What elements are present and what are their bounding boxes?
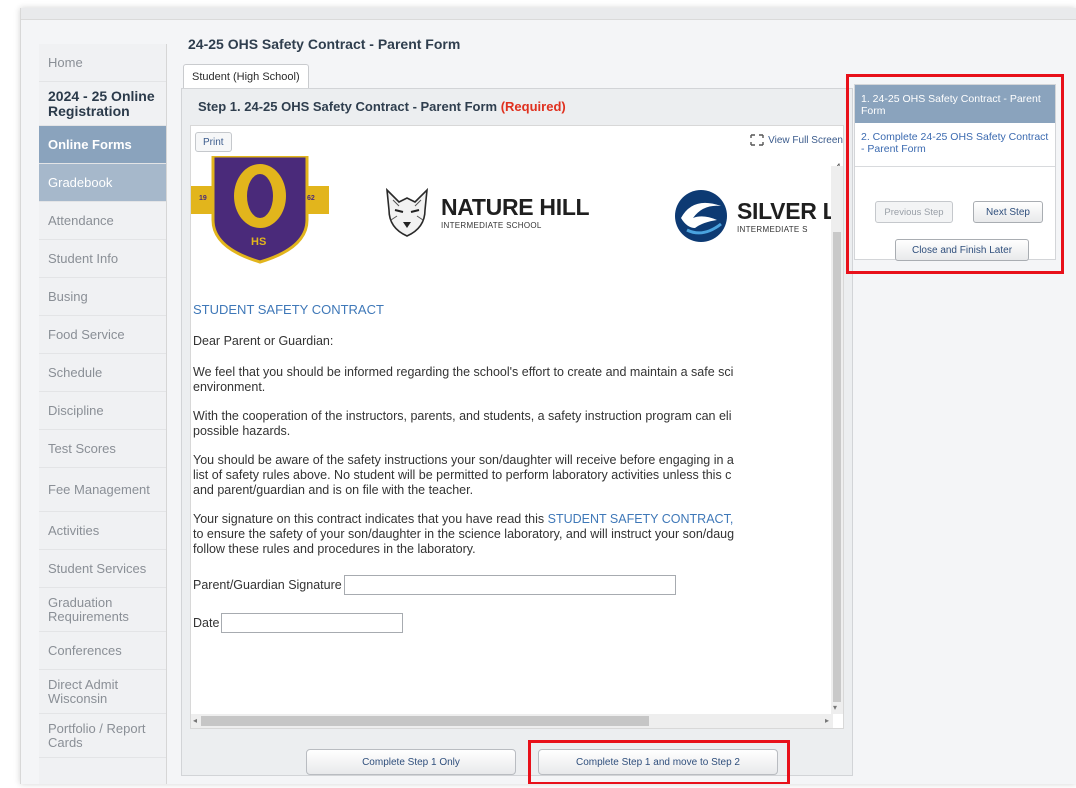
scroll-left-icon[interactable]: ◂ — [193, 716, 197, 725]
sidebar-item-student-info[interactable]: Student Info — [39, 240, 166, 278]
paragraph-1: We feel that you should be informed rega… — [193, 365, 843, 395]
sidebar-item-activities[interactable]: Activities — [39, 512, 166, 550]
sidebar-item-schedule[interactable]: Schedule — [39, 354, 166, 392]
steps-panel: 1. 24-25 OHS Safety Contract - Parent Fo… — [846, 74, 1064, 274]
p1-line1: We feel that you should be informed rega… — [193, 365, 734, 379]
sidebar: Home 2024 - 25 Online Registration Onlin… — [39, 44, 167, 784]
silver-lake-name: SILVER L — [737, 197, 837, 224]
print-button[interactable]: Print — [195, 132, 232, 152]
swirl-icon — [675, 190, 727, 242]
p4-line1-pre: Your signature on this contract indicate… — [193, 512, 548, 526]
page-title: 24-25 OHS Safety Contract - Parent Form — [188, 36, 461, 52]
view-full-screen-link[interactable]: View Full Screen — [750, 134, 843, 146]
complete-step1-only-button[interactable]: Complete Step 1 Only — [306, 749, 516, 775]
view-full-screen-label: View Full Screen — [768, 134, 843, 146]
scroll-down-icon[interactable]: ▾ — [833, 703, 837, 712]
required-label: (Required) — [500, 99, 566, 114]
sidebar-item-student-services[interactable]: Student Services — [39, 550, 166, 588]
highlight-box-right — [846, 74, 1064, 274]
contract-heading: STUDENT SAFETY CONTRACT — [193, 302, 384, 317]
date-row: Date — [193, 613, 843, 633]
date-input[interactable] — [221, 613, 404, 633]
sidebar-item-registration[interactable]: 2024 - 25 Online Registration — [39, 82, 166, 126]
sidebar-item-fee-management[interactable]: Fee Management — [39, 468, 166, 512]
p3-line3: and parent/guardian and is on file with … — [193, 483, 474, 497]
sidebar-item-portfolio[interactable]: Portfolio / Report Cards — [39, 714, 166, 758]
app-window: Home 2024 - 25 Online Registration Onlin… — [20, 8, 1076, 784]
sidebar-item-conferences[interactable]: Conferences — [39, 632, 166, 670]
ohs-logo: 19 62 HS — [191, 154, 341, 271]
p1-line2: environment. — [193, 380, 266, 394]
paragraph-4: Your signature on this contract indicate… — [193, 512, 843, 557]
highlight-box-bottom — [528, 740, 790, 784]
wolf-icon — [385, 187, 429, 237]
p3-line2: list of safety rules above. No student w… — [193, 468, 732, 482]
vertical-scrollbar[interactable]: ▾ — [831, 166, 843, 714]
horizontal-scroll-thumb[interactable] — [201, 716, 649, 726]
p3-line1: You should be aware of the safety instru… — [193, 453, 734, 467]
vertical-scroll-thumb[interactable] — [833, 232, 841, 702]
paragraph-3: You should be aware of the safety instru… — [193, 453, 843, 498]
signature-label: Parent/Guardian Signature — [193, 577, 342, 592]
sidebar-item-attendance[interactable]: Attendance — [39, 202, 166, 240]
p4-line1-link: STUDENT SAFETY CONTRACT, — [547, 512, 734, 526]
document-viewer: Print View Full Screen 4 — [190, 125, 844, 729]
step-title: Step 1. 24-25 OHS Safety Contract - Pare… — [198, 99, 498, 114]
silver-lake-sub: INTERMEDIATE S — [737, 224, 808, 234]
ohs-initials: HS — [251, 236, 267, 248]
sidebar-item-busing[interactable]: Busing — [39, 278, 166, 316]
sidebar-item-gradebook[interactable]: Gradebook — [39, 164, 166, 202]
sidebar-item-test-scores[interactable]: Test Scores — [39, 430, 166, 468]
signature-row: Parent/Guardian Signature — [193, 575, 843, 595]
signature-input[interactable] — [343, 575, 676, 595]
paragraph-2: With the cooperation of the instructors,… — [193, 409, 843, 439]
expand-icon — [750, 134, 764, 146]
greeting: Dear Parent or Guardian: — [193, 334, 334, 348]
nature-hill-sub: INTERMEDIATE SCHOOL — [441, 220, 542, 230]
sidebar-item-home[interactable]: Home — [39, 44, 166, 82]
ohs-right-year: 62 — [307, 195, 315, 202]
nature-hill-name: NATURE HILL — [441, 193, 590, 220]
p2-line2: possible hazards. — [193, 424, 291, 438]
p4-line2: to ensure the safety of your son/daughte… — [193, 527, 735, 541]
scroll-right-icon[interactable]: ▸ — [825, 716, 829, 725]
sidebar-item-food-service[interactable]: Food Service — [39, 316, 166, 354]
step-heading: Step 1. 24-25 OHS Safety Contract - Pare… — [198, 99, 566, 114]
date-label: Date — [193, 615, 220, 630]
top-bar — [21, 8, 1076, 20]
p4-line3: follow these rules and procedures in the… — [193, 542, 476, 556]
tab-student[interactable]: Student (High School) — [183, 64, 309, 88]
form-panel: Step 1. 24-25 OHS Safety Contract - Pare… — [181, 88, 853, 784]
sidebar-item-direct-admit[interactable]: Direct Admit Wisconsin — [39, 670, 166, 714]
nature-hill-logo: NATURE HILL INTERMEDIATE SCHOOL — [381, 186, 590, 238]
p2-line1: With the cooperation of the instructors,… — [193, 409, 732, 423]
horizontal-scrollbar[interactable]: ◂ ▸ — [191, 714, 833, 728]
sidebar-item-online-forms[interactable]: Online Forms — [39, 126, 166, 164]
silver-lake-logo: SILVER L INTERMEDIATE S — [673, 188, 837, 244]
ohs-left-year: 19 — [199, 195, 207, 202]
sidebar-item-discipline[interactable]: Discipline — [39, 392, 166, 430]
sidebar-item-graduation-requirements[interactable]: Graduation Requirements — [39, 588, 166, 632]
contract-body: STUDENT SAFETY CONTRACT Dear Parent or G… — [193, 302, 843, 651]
